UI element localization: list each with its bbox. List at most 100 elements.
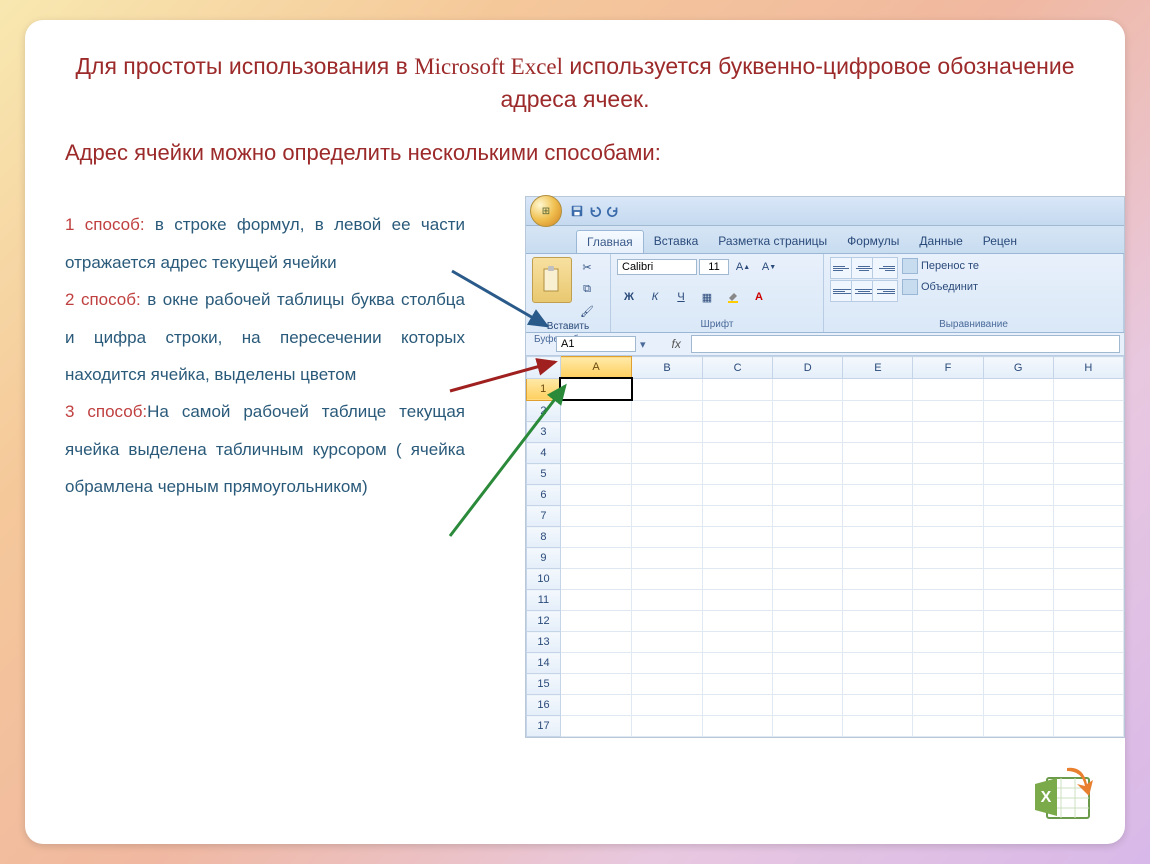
cell[interactable] bbox=[632, 548, 703, 569]
cell[interactable] bbox=[702, 569, 772, 590]
cell[interactable] bbox=[913, 674, 983, 695]
cell[interactable] bbox=[773, 569, 843, 590]
cell[interactable] bbox=[773, 422, 843, 443]
cell[interactable] bbox=[632, 611, 703, 632]
cell[interactable] bbox=[1053, 674, 1123, 695]
undo-icon[interactable] bbox=[588, 204, 602, 218]
cell[interactable] bbox=[983, 632, 1053, 653]
column-header[interactable]: A bbox=[560, 357, 631, 379]
cell[interactable] bbox=[702, 695, 772, 716]
cell[interactable] bbox=[702, 422, 772, 443]
cell[interactable] bbox=[560, 632, 631, 653]
cell[interactable] bbox=[913, 695, 983, 716]
cell[interactable] bbox=[632, 378, 703, 400]
cell[interactable] bbox=[1053, 548, 1123, 569]
cell[interactable] bbox=[843, 716, 913, 737]
cell[interactable] bbox=[913, 443, 983, 464]
fill-color-icon[interactable] bbox=[721, 287, 745, 307]
row-header[interactable]: 11 bbox=[527, 590, 561, 611]
cell[interactable] bbox=[632, 653, 703, 674]
cell[interactable] bbox=[913, 400, 983, 422]
cell[interactable] bbox=[843, 506, 913, 527]
cell[interactable] bbox=[843, 569, 913, 590]
row-header[interactable]: 16 bbox=[527, 695, 561, 716]
grow-font-icon[interactable]: A▲ bbox=[731, 257, 755, 277]
cell[interactable] bbox=[983, 569, 1053, 590]
cell[interactable] bbox=[843, 443, 913, 464]
cell[interactable] bbox=[632, 695, 703, 716]
cell[interactable] bbox=[983, 716, 1053, 737]
cell[interactable] bbox=[1053, 443, 1123, 464]
row-header[interactable]: 14 bbox=[527, 653, 561, 674]
cell[interactable] bbox=[560, 653, 631, 674]
cell[interactable] bbox=[983, 378, 1053, 400]
cell[interactable] bbox=[983, 548, 1053, 569]
cell[interactable] bbox=[560, 716, 631, 737]
cell[interactable] bbox=[913, 716, 983, 737]
merge-button[interactable]: Объединит bbox=[900, 278, 981, 296]
column-header[interactable]: H bbox=[1053, 357, 1123, 379]
cell[interactable] bbox=[983, 527, 1053, 548]
cell[interactable] bbox=[632, 590, 703, 611]
font-name-selector[interactable]: Calibri bbox=[617, 259, 697, 275]
cell[interactable] bbox=[1053, 506, 1123, 527]
cell[interactable] bbox=[843, 464, 913, 485]
cell[interactable] bbox=[702, 443, 772, 464]
cell[interactable] bbox=[1053, 695, 1123, 716]
cell[interactable] bbox=[983, 506, 1053, 527]
font-size-selector[interactable]: 11 bbox=[699, 259, 729, 275]
cell[interactable] bbox=[843, 400, 913, 422]
cell[interactable] bbox=[702, 527, 772, 548]
cell[interactable] bbox=[702, 548, 772, 569]
cell[interactable] bbox=[632, 422, 703, 443]
cell[interactable] bbox=[983, 674, 1053, 695]
row-header[interactable]: 17 bbox=[527, 716, 561, 737]
ribbon-tab[interactable]: Разметка страницы bbox=[708, 230, 837, 253]
save-icon[interactable] bbox=[570, 204, 584, 218]
cell[interactable] bbox=[983, 443, 1053, 464]
cell[interactable] bbox=[1053, 653, 1123, 674]
cell[interactable] bbox=[773, 400, 843, 422]
cell[interactable] bbox=[773, 548, 843, 569]
cell[interactable] bbox=[773, 443, 843, 464]
ribbon-tab[interactable]: Главная bbox=[576, 230, 644, 253]
cell[interactable] bbox=[843, 611, 913, 632]
cell[interactable] bbox=[702, 464, 772, 485]
cell[interactable] bbox=[983, 485, 1053, 506]
cell[interactable] bbox=[702, 611, 772, 632]
cell[interactable] bbox=[702, 400, 772, 422]
cell[interactable] bbox=[560, 569, 631, 590]
cell[interactable] bbox=[773, 378, 843, 400]
cell[interactable] bbox=[843, 632, 913, 653]
cell[interactable] bbox=[560, 590, 631, 611]
cell[interactable] bbox=[773, 464, 843, 485]
cell[interactable] bbox=[1053, 527, 1123, 548]
cell[interactable] bbox=[632, 464, 703, 485]
cell[interactable] bbox=[560, 548, 631, 569]
cell[interactable] bbox=[773, 485, 843, 506]
cell[interactable] bbox=[632, 527, 703, 548]
cell[interactable] bbox=[773, 653, 843, 674]
bold-button[interactable]: Ж bbox=[617, 287, 641, 307]
cell[interactable] bbox=[983, 422, 1053, 443]
cell[interactable] bbox=[560, 695, 631, 716]
cell[interactable] bbox=[913, 506, 983, 527]
name-box[interactable]: A1 bbox=[556, 336, 636, 352]
cell[interactable] bbox=[632, 632, 703, 653]
cell[interactable] bbox=[913, 422, 983, 443]
cell[interactable] bbox=[1053, 485, 1123, 506]
cell[interactable] bbox=[702, 590, 772, 611]
column-header[interactable]: G bbox=[983, 357, 1053, 379]
cell[interactable] bbox=[983, 400, 1053, 422]
cell[interactable] bbox=[702, 716, 772, 737]
cell[interactable] bbox=[913, 378, 983, 400]
column-header[interactable]: D bbox=[773, 357, 843, 379]
cell[interactable] bbox=[702, 674, 772, 695]
cell[interactable] bbox=[843, 378, 913, 400]
cell[interactable] bbox=[632, 443, 703, 464]
namebox-dropdown-icon[interactable]: ▾ bbox=[640, 338, 646, 351]
cell[interactable] bbox=[1053, 378, 1123, 400]
row-header[interactable]: 13 bbox=[527, 632, 561, 653]
cell[interactable] bbox=[702, 506, 772, 527]
office-button[interactable]: ⊞ bbox=[530, 195, 562, 227]
